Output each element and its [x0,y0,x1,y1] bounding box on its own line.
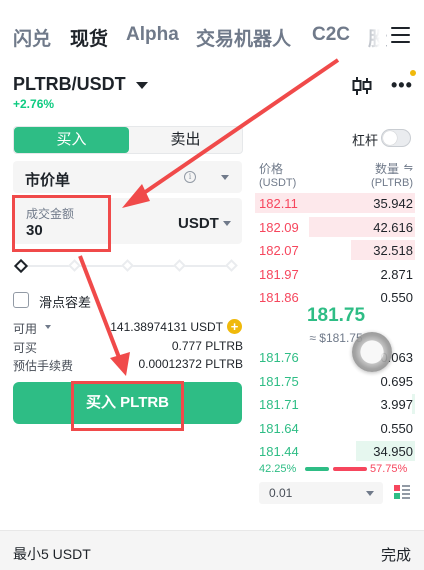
annotation-box-amount [12,195,111,252]
tab-alpha[interactable]: Alpha [126,24,179,46]
leverage-label: 杠杆 [352,133,379,148]
leverage-switch[interactable] [381,129,411,147]
top-tabs: 闪兑 现货 Alpha 交易机器人 C2C 股 [0,0,424,72]
annotation-box-buy [71,381,184,431]
ask-qty: 2.871 [380,266,413,282]
ask-price: 181.86 [259,290,299,305]
swap-icon[interactable]: ⇋ [404,161,413,174]
available-row: 可用 141.38974131 USDT + [13,319,243,336]
bid-price: 181.71 [259,397,299,412]
ask-row[interactable]: 182.09 42.616 [255,216,415,237]
slippage-checkbox[interactable] [13,292,29,308]
assistive-touch-button[interactable] [352,332,392,372]
fee-label: 预估手续费 [13,359,74,373]
ask-row[interactable]: 181.97 2.871 [255,264,415,284]
ask-price: 182.07 [259,243,299,258]
bid-row[interactable]: 181.75 0.695 [255,371,415,391]
precision-select[interactable]: 0.01 [259,482,383,504]
done-button[interactable]: 完成 [381,544,411,565]
bid-row[interactable]: 181.64 0.550 [255,418,415,438]
bid-qty: 0.695 [380,373,413,389]
sell-tab[interactable]: 卖出 [129,127,242,153]
tab-flash-swap[interactable]: 闪兑 [13,24,51,51]
chevron-down-icon[interactable] [45,325,51,329]
qty-header: 数量 [374,162,399,176]
ask-row[interactable]: 181.86 0.550 [255,287,415,307]
pair-caret-icon[interactable] [136,82,148,89]
tab-trading-bot[interactable]: 交易机器人 [196,24,291,51]
slider-handle[interactable] [13,258,29,274]
price-unit: (USDT) [259,177,297,189]
fee-value: 0.00012372 PLTRB [138,357,243,371]
buy-ratio-bar [305,467,329,471]
bid-qty: 34.950 [373,444,413,459]
pair-title[interactable]: PLTRB/USDT [13,74,126,95]
slippage-label[interactable]: 滑点容差 [39,292,91,311]
bid-row[interactable]: 181.44 34.950 [255,441,415,461]
buy-ratio: 42.25% [259,463,297,475]
bid-price: 181.64 [259,420,299,436]
ask-row[interactable]: 182.07 32.518 [255,240,415,260]
ask-qty: 32.518 [373,243,413,258]
bid-qty: 0.550 [380,420,413,436]
chevron-down-icon [366,491,374,496]
available-label: 可用 [13,322,38,336]
bid-price: 181.44 [259,444,299,459]
tab-c2c[interactable]: C2C [312,24,350,46]
notification-dot [410,70,416,76]
add-funds-button[interactable]: + [227,319,242,334]
bid-row[interactable]: 181.71 3.997 [255,394,415,414]
last-price[interactable]: 181.75 [259,305,413,327]
bid-price: 181.75 [259,373,299,389]
order-type-label: 市价单 [25,172,71,189]
candlestick-chart-icon[interactable] [351,76,373,96]
menu-icon[interactable] [391,27,410,45]
ask-qty: 35.942 [373,196,413,211]
tabs-fade [356,18,386,54]
switch-knob [383,131,397,145]
buyable-label: 可买 [13,341,38,355]
info-icon[interactable]: i [184,171,196,183]
more-icon[interactable]: ••• [391,76,413,94]
ask-qty: 42.616 [373,219,413,235]
price-change: +2.76% [13,97,55,111]
amount-unit-select[interactable]: USDT [178,215,219,232]
sell-ratio-bar [333,467,367,471]
bid-qty: 3.997 [380,397,413,412]
slider-node[interactable] [68,259,81,272]
bid-price: 181.76 [259,350,299,365]
ask-row[interactable]: 182.11 35.942 [255,193,415,213]
ask-price: 181.97 [259,266,299,282]
keyboard-toolbar: 最小5 USDT 完成 [0,530,424,570]
available-value: 141.38974131 USDT [110,320,223,334]
slider-node[interactable] [173,259,186,272]
ask-qty: 0.550 [380,290,413,305]
slider-node[interactable] [121,259,134,272]
amount-slider[interactable] [13,258,238,274]
chevron-down-icon[interactable] [223,221,231,226]
precision-value: 0.01 [269,486,293,500]
sell-ratio: 57.75% [370,463,408,475]
ask-price: 182.11 [259,196,298,211]
chevron-down-icon [221,175,229,180]
orderbook-layout-icon[interactable] [394,484,410,500]
tab-spot[interactable]: 现货 [70,24,108,51]
buyable-value: 0.777 PLTRB [171,339,243,353]
buy-tab[interactable]: 买入 [14,127,129,153]
ask-price: 182.09 [259,219,299,235]
fee-row: 预估手续费 0.00012372 PLTRB [13,357,243,373]
price-header: 价格 [259,162,284,176]
buy-sell-toggle: 买入 卖出 [13,126,243,154]
qty-unit: (PLTRB) [371,177,413,189]
min-amount-hint: 最小5 USDT [13,546,91,562]
slider-node[interactable] [225,259,238,272]
buyable-row: 可买 0.777 PLTRB [13,339,243,355]
order-type-select[interactable]: 市价单 i [13,161,242,193]
